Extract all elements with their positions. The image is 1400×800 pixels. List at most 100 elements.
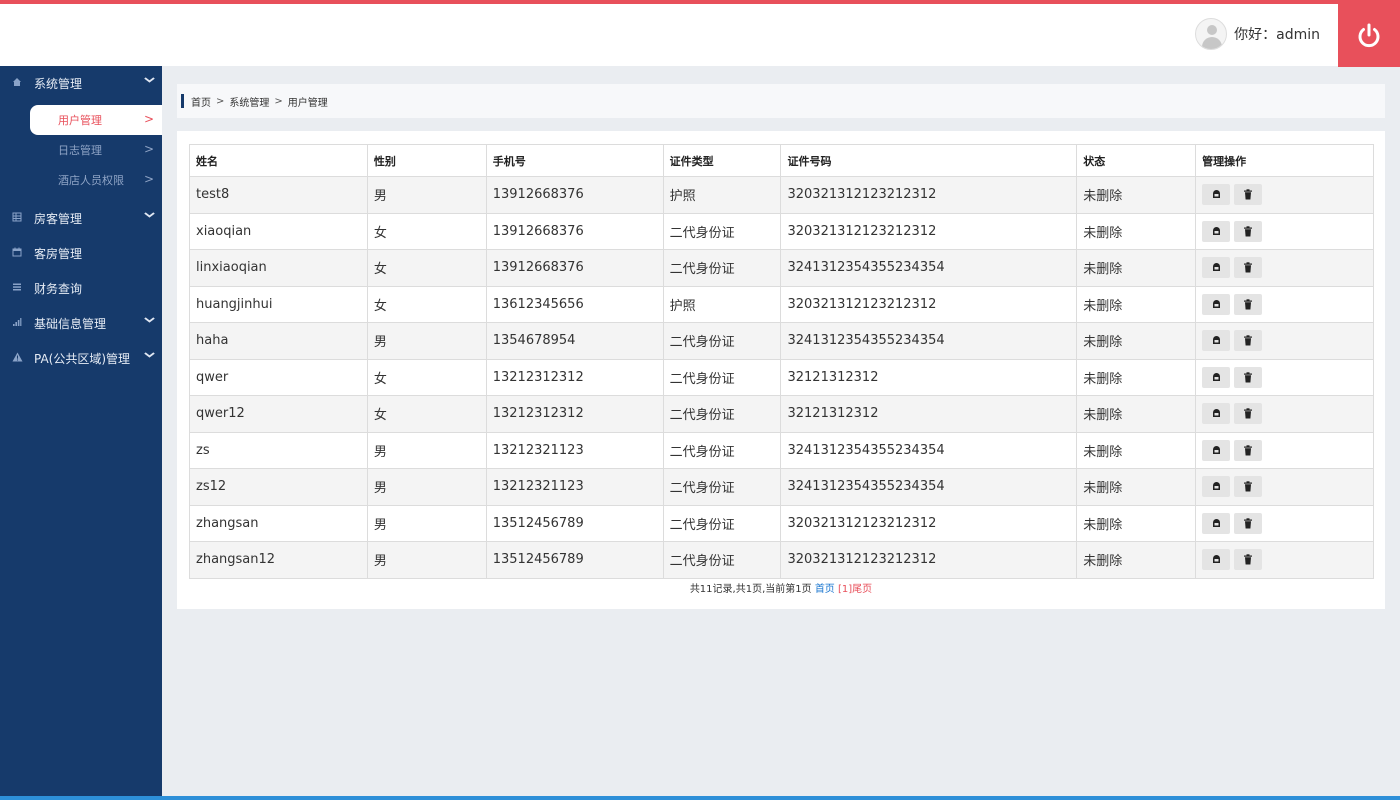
breadcrumb-system[interactable]: 系统管理 — [229, 94, 269, 109]
edit-icon — [1212, 226, 1220, 235]
sidebar-subitem-users[interactable]: 用户管理 > — [30, 105, 162, 135]
delete-button[interactable] — [1234, 257, 1263, 279]
user-table: 姓名 性别 手机号 证件类型 证件号码 状态 管理操作 test8 男 139126… — [189, 144, 1374, 579]
cell-id-number: 320321312123212312 — [780, 212, 1078, 250]
table-row: zs12 男 13212321123 二代身份证 3241312354355234354… — [189, 468, 1374, 506]
cell-id-number: 320321312123212312 — [780, 176, 1078, 214]
delete-button[interactable] — [1234, 330, 1263, 352]
cell-status: 未删除 — [1076, 249, 1197, 287]
delete-button[interactable] — [1234, 220, 1263, 242]
sidebar-subitem-label: 日志管理 — [58, 144, 102, 157]
pagination-first-link[interactable]: 首页 — [815, 584, 835, 595]
sidebar-subitem-logs[interactable]: 日志管理 > — [30, 135, 162, 165]
pagination: 共11记录,共1页,当前第1页 首页 [1]尾页 — [177, 580, 1385, 595]
cell-name: zhangsan12 — [189, 541, 368, 579]
trash-icon — [1244, 226, 1253, 237]
cell-actions — [1195, 468, 1374, 506]
delete-button[interactable] — [1234, 184, 1263, 206]
edit-button[interactable] — [1202, 476, 1231, 498]
chevron-down-icon — [144, 350, 156, 361]
edit-button[interactable] — [1202, 257, 1231, 279]
power-icon — [1358, 23, 1380, 47]
cell-id-type: 二代身份证 — [662, 358, 782, 396]
trash-icon — [1244, 189, 1253, 200]
cell-gender: 男 — [366, 504, 487, 542]
cell-id-type: 护照 — [662, 285, 782, 323]
edit-button[interactable] — [1202, 549, 1231, 571]
cell-phone: 13212321123 — [485, 431, 664, 469]
pagination-summary: 共11记录,共1页,当前第1页 — [689, 584, 812, 595]
sidebar-item-guests[interactable]: 房客管理 — [0, 201, 162, 236]
delete-button[interactable] — [1234, 476, 1263, 498]
cell-actions — [1195, 249, 1374, 287]
cell-phone: 13212321123 — [485, 468, 664, 506]
delete-button[interactable] — [1234, 512, 1263, 534]
cell-id-type: 二代身份证 — [662, 212, 782, 250]
delete-button[interactable] — [1234, 549, 1263, 571]
chevron-down-icon — [144, 315, 156, 326]
sidebar-item-basic-info[interactable]: 基础信息管理 — [0, 306, 162, 341]
sidebar-subitem-staff-permissions[interactable]: 酒店人员权限 > — [30, 165, 162, 195]
cell-status: 未删除 — [1076, 395, 1197, 433]
sidebar-item-system[interactable]: 系统管理 — [0, 66, 162, 101]
edit-icon — [1212, 482, 1220, 491]
cell-id-type: 二代身份证 — [662, 541, 782, 579]
sidebar-submenu: 用户管理 > 日志管理 > 酒店人员权限 > — [0, 101, 162, 201]
cell-gender: 女 — [366, 249, 487, 287]
edit-button[interactable] — [1202, 439, 1231, 461]
sidebar-item-rooms[interactable]: 客房管理 — [0, 236, 162, 271]
col-header-id-type: 证件类型 — [662, 144, 782, 177]
edit-button[interactable] — [1202, 366, 1231, 388]
cell-name: zs12 — [189, 468, 368, 506]
cell-gender: 女 — [366, 358, 487, 396]
edit-icon — [1212, 409, 1220, 418]
col-header-gender: 性别 — [366, 144, 487, 177]
delete-button[interactable] — [1234, 366, 1263, 388]
edit-button[interactable] — [1202, 330, 1231, 352]
delete-button[interactable] — [1234, 293, 1263, 315]
edit-icon — [1212, 555, 1220, 564]
table-row: qwer12 女 13212312312 二代身份证 32121312312 未删除 — [189, 395, 1374, 433]
edit-icon — [1212, 299, 1220, 308]
sidebar-subitem-label: 用户管理 — [58, 114, 102, 127]
sidebar-item-label: 系统管理 — [34, 77, 83, 91]
breadcrumb-home[interactable]: 首页 — [191, 94, 211, 109]
sidebar-item-finance[interactable]: 财务查询 — [0, 271, 162, 306]
cell-gender: 女 — [366, 285, 487, 323]
sidebar-item-label: 房客管理 — [34, 212, 83, 226]
col-header-status: 状态 — [1076, 144, 1197, 177]
cell-phone: 13212312312 — [485, 395, 664, 433]
delete-button[interactable] — [1234, 403, 1263, 425]
warning-icon — [0, 352, 34, 365]
cell-actions — [1195, 504, 1374, 542]
cell-actions — [1195, 431, 1374, 469]
logout-button[interactable] — [1338, 4, 1400, 67]
edit-button[interactable] — [1202, 184, 1231, 206]
cell-status: 未删除 — [1076, 212, 1197, 250]
cell-actions — [1195, 541, 1374, 579]
sidebar-item-public-area[interactable]: PA(公共区域)管理 — [0, 341, 162, 376]
chevron-right-icon: > — [143, 142, 154, 156]
cell-gender: 男 — [366, 322, 487, 360]
pagination-last-link[interactable]: 尾页 — [852, 584, 872, 595]
edit-button[interactable] — [1202, 293, 1231, 315]
breadcrumb-marker — [181, 94, 184, 108]
table-row: qwer 女 13212312312 二代身份证 32121312312 未删除 — [189, 358, 1374, 396]
cell-id-type: 二代身份证 — [662, 395, 782, 433]
delete-button[interactable] — [1234, 439, 1263, 461]
cell-phone: 13212312312 — [485, 358, 664, 396]
cell-id-type: 护照 — [662, 176, 782, 214]
cell-id-number: 3241312354355234354 — [780, 468, 1078, 506]
cell-id-number: 3241312354355234354 — [780, 322, 1078, 360]
edit-button[interactable] — [1202, 512, 1231, 534]
breadcrumb-separator: > — [216, 95, 225, 107]
chevron-right-icon: > — [143, 112, 154, 126]
edit-button[interactable] — [1202, 220, 1231, 242]
edit-icon — [1212, 336, 1220, 345]
cell-name: qwer — [189, 358, 368, 396]
cell-phone: 13512456789 — [485, 504, 664, 542]
edit-button[interactable] — [1202, 403, 1231, 425]
trash-icon — [1244, 299, 1253, 310]
user-info: 你好：admin — [1195, 14, 1320, 54]
pagination-current-page[interactable]: [1] — [838, 584, 852, 595]
